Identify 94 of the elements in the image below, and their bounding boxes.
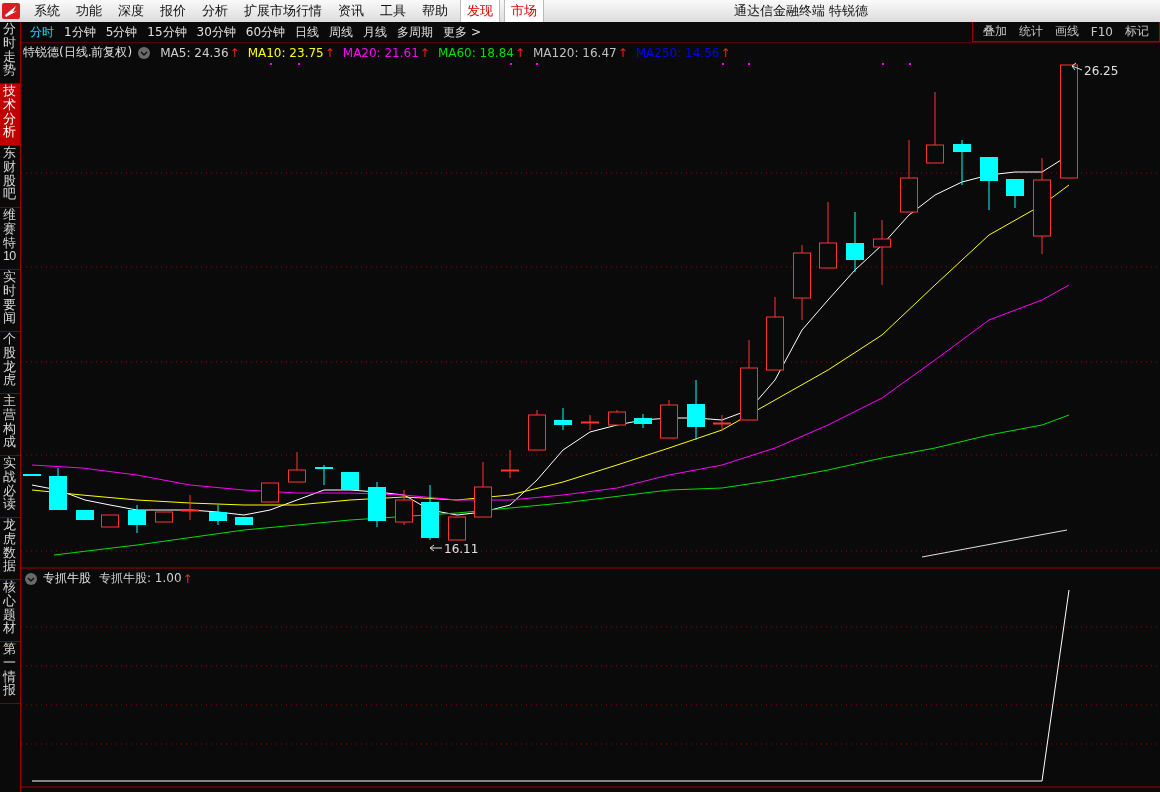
candlestick [980, 156, 998, 211]
candlestick [846, 211, 864, 273]
trend-arrow: ↑ [324, 45, 335, 60]
candlestick [873, 219, 891, 286]
trend-arrow: ↑ [617, 45, 628, 60]
menu-item[interactable]: 发现 [460, 0, 500, 22]
menu-item[interactable]: 帮助 [414, 2, 456, 20]
period-tab[interactable]: 月线 [358, 23, 393, 41]
tool-button[interactable]: 统计 [1012, 23, 1049, 40]
leader-line [429, 544, 443, 552]
side-tab[interactable]: 主营构成 [0, 394, 20, 456]
candlestick [953, 139, 971, 186]
chart-title: 特锐德(日线.前复权) [23, 44, 133, 61]
chart-title: 专抓牛股 [43, 570, 91, 587]
candlestick [341, 471, 359, 491]
dropdown-icon[interactable] [25, 572, 37, 585]
candlestick [23, 473, 41, 477]
candlestick [76, 509, 94, 521]
window-title: 通达信金融终端 特锐德 [734, 2, 869, 20]
period-tab[interactable]: 分时 [25, 23, 59, 41]
tool-button[interactable]: 画线 [1048, 23, 1085, 40]
candlestick [209, 504, 227, 526]
candlestick [660, 399, 678, 439]
period-tab[interactable]: 5分钟 [100, 23, 143, 41]
menu-item[interactable]: 工具 [372, 2, 414, 20]
side-tab[interactable]: 个股龙虎 [0, 332, 20, 394]
candlestick [421, 484, 439, 541]
menu-item[interactable]: 功能 [68, 2, 110, 20]
price-label: 16.11 [444, 542, 479, 556]
candlestick [101, 514, 119, 528]
period-tab[interactable]: 更多 > [438, 23, 486, 41]
candlestick [395, 489, 413, 526]
menu-item[interactable]: 扩展市场行情 [236, 2, 330, 20]
candlestick [181, 494, 199, 521]
candlestick [128, 504, 146, 534]
candlestick [687, 379, 705, 441]
candlestick [819, 201, 837, 269]
menu-item[interactable]: 资讯 [330, 2, 372, 20]
indicator-value: 专抓牛股: 1.00 [99, 570, 182, 587]
side-tab[interactable]: 实时要闻 [0, 270, 20, 332]
indicator-value: MA5: 24.36 [160, 45, 229, 60]
tool-button[interactable]: F10 [1084, 24, 1119, 39]
candlestick [713, 414, 731, 431]
candlestick [608, 409, 626, 426]
menu-item[interactable]: 分析 [194, 2, 236, 20]
indicator-value: MA120: 16.47 [533, 45, 617, 60]
tool-button[interactable]: 标记 [1119, 23, 1155, 40]
candlestick [634, 413, 652, 429]
period-tab[interactable]: 30分钟 [191, 23, 241, 41]
logo-icon [2, 3, 20, 19]
trend-arrow: ↑ [229, 45, 240, 60]
candlestick [155, 511, 173, 523]
indicator-value: MA250: 14.56 [635, 45, 720, 60]
side-tab[interactable]: 实战必读 [0, 456, 20, 518]
trend-arrow: ↑ [419, 45, 430, 60]
dropdown-icon[interactable] [138, 46, 151, 59]
candlestick [501, 449, 519, 479]
candlestick [581, 414, 599, 431]
period-tab[interactable]: 1分钟 [59, 23, 101, 41]
period-tab[interactable]: 日线 [290, 23, 325, 41]
candlestick [261, 482, 279, 503]
candlestick [49, 467, 67, 511]
trend-arrow: ↑ [720, 45, 731, 60]
candlestick [554, 407, 572, 431]
candlestick [448, 516, 466, 541]
candlestick [288, 451, 306, 483]
menu-item[interactable]: 深度 [110, 2, 152, 20]
side-tab[interactable]: 维赛特10 [0, 208, 20, 270]
price-label: 26.25 [1084, 64, 1119, 78]
menu-item[interactable]: 市场 [504, 0, 544, 22]
leader-line [1071, 62, 1083, 71]
period-tab[interactable]: 60分钟 [240, 23, 291, 41]
indicator-value: MA60: 18.84 [437, 45, 514, 60]
trend-arrow: ↑ [514, 45, 525, 60]
side-tab[interactable]: 第一情报 [0, 642, 20, 704]
menu-item[interactable]: 报价 [152, 2, 194, 20]
period-tab[interactable]: 周线 [324, 23, 359, 41]
period-tab[interactable]: 多周期 [392, 23, 439, 41]
period-tab[interactable]: 15分钟 [142, 23, 192, 41]
candlestick [315, 464, 333, 486]
trend-arrow: ↑ [182, 571, 193, 586]
side-tab[interactable]: 技术分析 [0, 84, 20, 146]
indicator-value: MA10: 23.75 [247, 45, 324, 60]
candlestick [235, 516, 253, 526]
indicator-value: MA20: 21.61 [342, 45, 419, 60]
candlestick [1006, 178, 1024, 209]
side-tab[interactable]: 核心题材 [0, 580, 20, 642]
tool-button[interactable]: 叠加 [976, 23, 1013, 40]
candlestick [474, 461, 492, 518]
candlestick [528, 409, 546, 451]
side-tab[interactable]: 龙虎数据 [0, 518, 20, 580]
menu-item[interactable]: 系统 [26, 2, 68, 20]
side-tab[interactable]: 东财股吧 [0, 146, 20, 208]
candlestick [368, 481, 386, 528]
